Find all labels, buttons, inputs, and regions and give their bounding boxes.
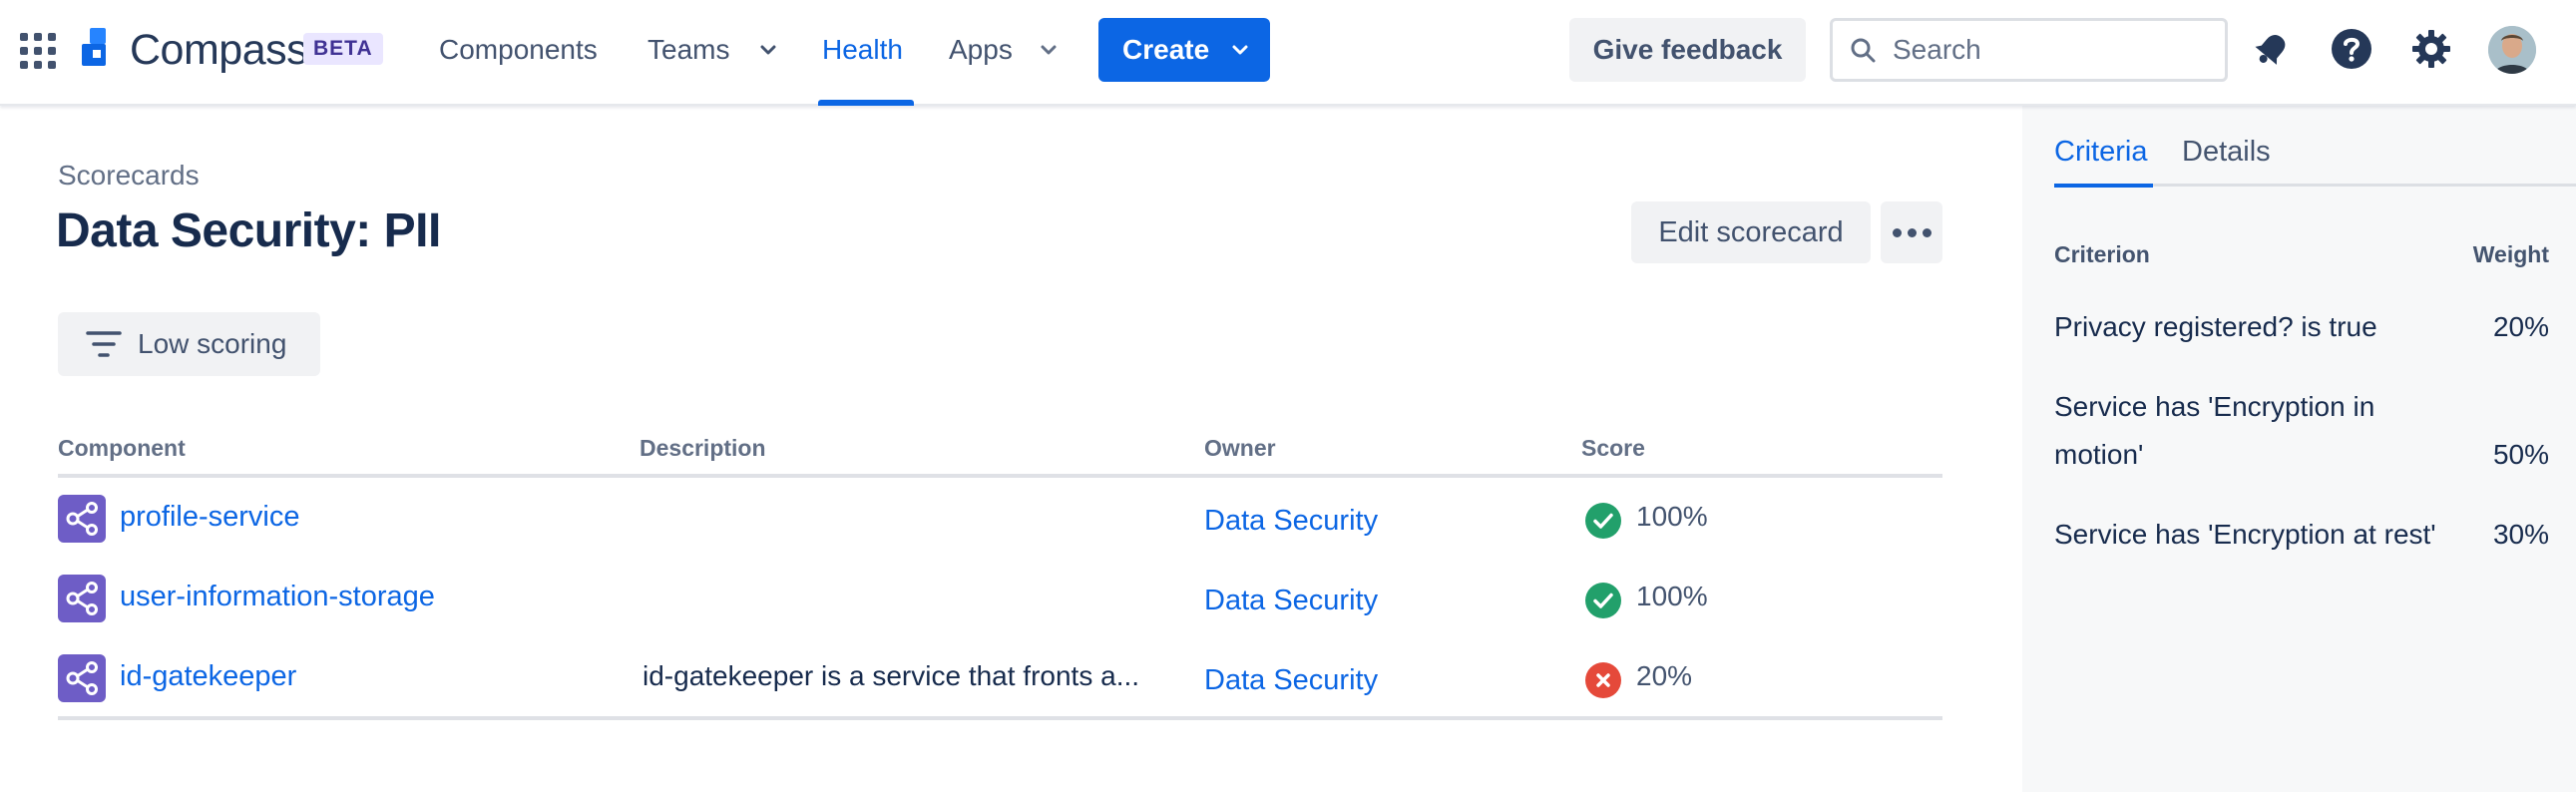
component-link[interactable]: user-information-storage xyxy=(120,581,435,613)
top-navigation: Compass BETA Components Teams Health App… xyxy=(0,0,2576,106)
weight-header: Weight xyxy=(2472,241,2549,267)
create-button[interactable]: Create xyxy=(1098,18,1270,82)
more-dot xyxy=(1908,228,1917,237)
scorecard-side-panel: Criteria Details Criterion Weight Privac… xyxy=(2022,106,2576,792)
chevron-down-icon[interactable] xyxy=(758,40,778,60)
nav-teams[interactable]: Teams xyxy=(647,24,729,76)
table-bottom-divider xyxy=(58,716,1942,720)
give-feedback-button[interactable]: Give feedback xyxy=(1569,18,1806,82)
column-header-component[interactable]: Component xyxy=(58,435,186,462)
active-nav-indicator xyxy=(818,100,914,106)
owner-link[interactable]: Data Security xyxy=(1204,505,1378,538)
criterion-weight: 50% xyxy=(2492,439,2549,470)
more-actions-button[interactable] xyxy=(1881,201,1942,263)
nav-apps[interactable]: Apps xyxy=(949,24,1013,76)
help-icon[interactable] xyxy=(2329,26,2374,72)
tab-details[interactable]: Details xyxy=(2182,136,2271,169)
app-switcher-icon[interactable] xyxy=(18,31,58,71)
criterion-weight: 20% xyxy=(2492,311,2549,342)
beta-badge: BETA xyxy=(303,33,383,65)
score-value: 100% xyxy=(1636,581,1708,611)
nav-components[interactable]: Components xyxy=(439,24,598,76)
compass-logo-icon xyxy=(82,28,106,66)
component-description: id-gatekeeper is a service that fronts a… xyxy=(643,660,1140,691)
column-header-score[interactable]: Score xyxy=(1581,435,1645,462)
check-circle-icon xyxy=(1585,583,1621,618)
component-link[interactable]: profile-service xyxy=(120,501,300,534)
chevron-down-icon xyxy=(1232,45,1248,55)
component-type-icon xyxy=(58,654,106,702)
table-row[interactable]: user-information-storage Data Security 1… xyxy=(58,575,1942,654)
search-input[interactable] xyxy=(1893,33,2212,67)
settings-icon[interactable] xyxy=(2408,26,2454,72)
active-tab-indicator xyxy=(2054,184,2153,188)
check-circle-icon xyxy=(1585,503,1621,539)
component-type-icon xyxy=(58,575,106,622)
column-header-description[interactable]: Description xyxy=(640,435,766,462)
more-dot xyxy=(1923,228,1932,237)
criterion-text: Service has 'Encryption in motion' xyxy=(2054,391,2375,470)
search-icon xyxy=(1851,38,1876,63)
criterion-weight: 30% xyxy=(2492,519,2549,550)
owner-link[interactable]: Data Security xyxy=(1204,585,1378,617)
product-name[interactable]: Compass xyxy=(130,24,308,76)
component-link[interactable]: id-gatekeeper xyxy=(120,660,296,693)
criterion-text: Privacy registered? is true xyxy=(2054,311,2377,342)
notifications-icon[interactable] xyxy=(2249,26,2295,72)
nav-health[interactable]: Health xyxy=(822,24,903,76)
low-scoring-filter-button[interactable]: Low scoring xyxy=(58,312,320,376)
edit-scorecard-button[interactable]: Edit scorecard xyxy=(1631,201,1871,263)
chevron-down-icon[interactable] xyxy=(1039,40,1059,60)
avatar[interactable] xyxy=(2488,26,2536,74)
table-row[interactable]: profile-service Data Security 100% xyxy=(58,495,1942,575)
criterion-text: Service has 'Encryption at rest' xyxy=(2054,519,2436,550)
breadcrumb[interactable]: Scorecards xyxy=(58,160,200,192)
error-circle-icon xyxy=(1585,662,1621,698)
filter-icon xyxy=(86,331,122,357)
score-value: 20% xyxy=(1636,660,1693,691)
owner-link[interactable]: Data Security xyxy=(1204,664,1378,697)
create-button-label: Create xyxy=(1122,34,1210,65)
criterion-header: Criterion xyxy=(2054,241,2150,267)
table-row[interactable]: id-gatekeeper id-gatekeeper is a service… xyxy=(58,654,1942,734)
table-header-divider xyxy=(58,474,1942,478)
filter-label: Low scoring xyxy=(138,328,287,359)
tab-criteria[interactable]: Criteria xyxy=(2054,136,2147,169)
component-type-icon xyxy=(58,495,106,543)
user-avatar-icon xyxy=(2488,26,2536,74)
search-box[interactable] xyxy=(1830,18,2228,82)
page-title: Data Security: PII xyxy=(56,204,441,257)
score-value: 100% xyxy=(1636,501,1708,532)
column-header-owner[interactable]: Owner xyxy=(1204,435,1276,462)
more-dot xyxy=(1893,228,1902,237)
